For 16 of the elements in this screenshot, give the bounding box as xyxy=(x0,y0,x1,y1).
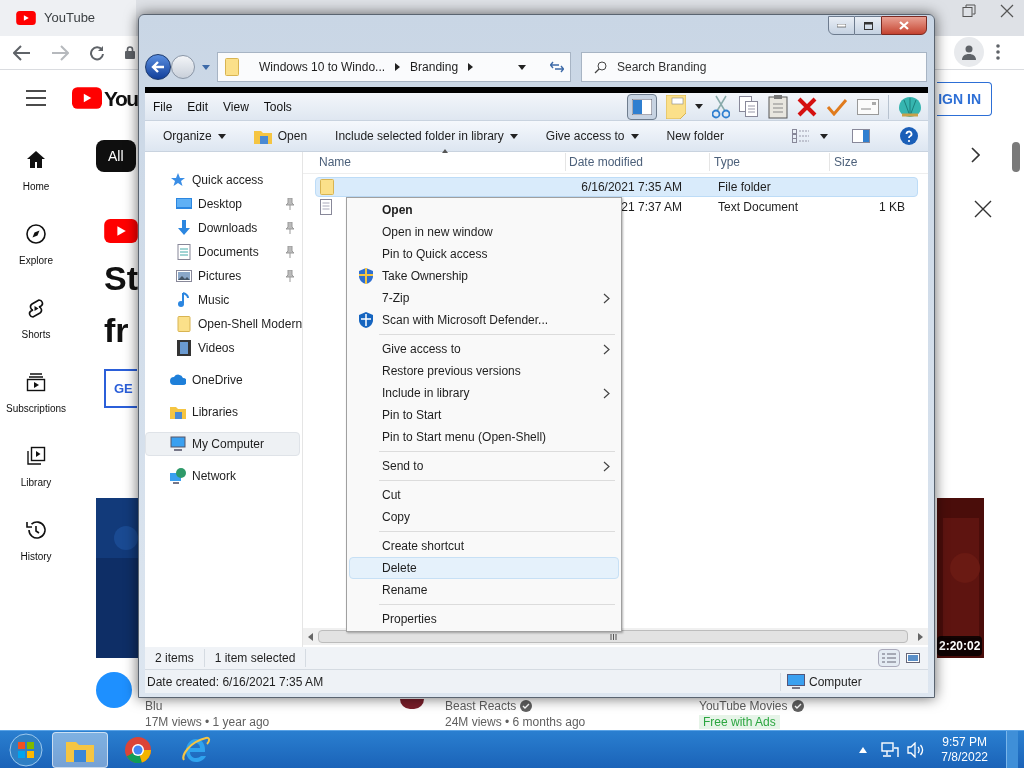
status-text: 1 item selected xyxy=(204,649,307,667)
duration-badge: 2:20:02 xyxy=(937,636,983,656)
video-meta: 24M views • 6 months ago xyxy=(445,715,586,729)
type-cell: File folder xyxy=(718,180,771,194)
logo-text: You xyxy=(104,87,138,109)
location-text: Computer xyxy=(809,673,862,691)
status-text: 2 items xyxy=(145,649,205,667)
date-cell: 21 7:37 AM xyxy=(621,200,682,214)
type-cell: Text Document xyxy=(718,200,799,214)
date-cell: 6/16/2021 7:35 AM xyxy=(581,180,682,194)
banner-heading: St xyxy=(104,258,138,298)
free-badge: Free with Ads xyxy=(699,715,780,729)
size-cell: 1 KB xyxy=(879,200,905,214)
details-text: Date created: 6/16/2021 7:35 AM xyxy=(145,672,781,691)
banner-heading: fr xyxy=(104,310,129,350)
video-meta: 17M views • 1 year ago xyxy=(145,715,270,729)
